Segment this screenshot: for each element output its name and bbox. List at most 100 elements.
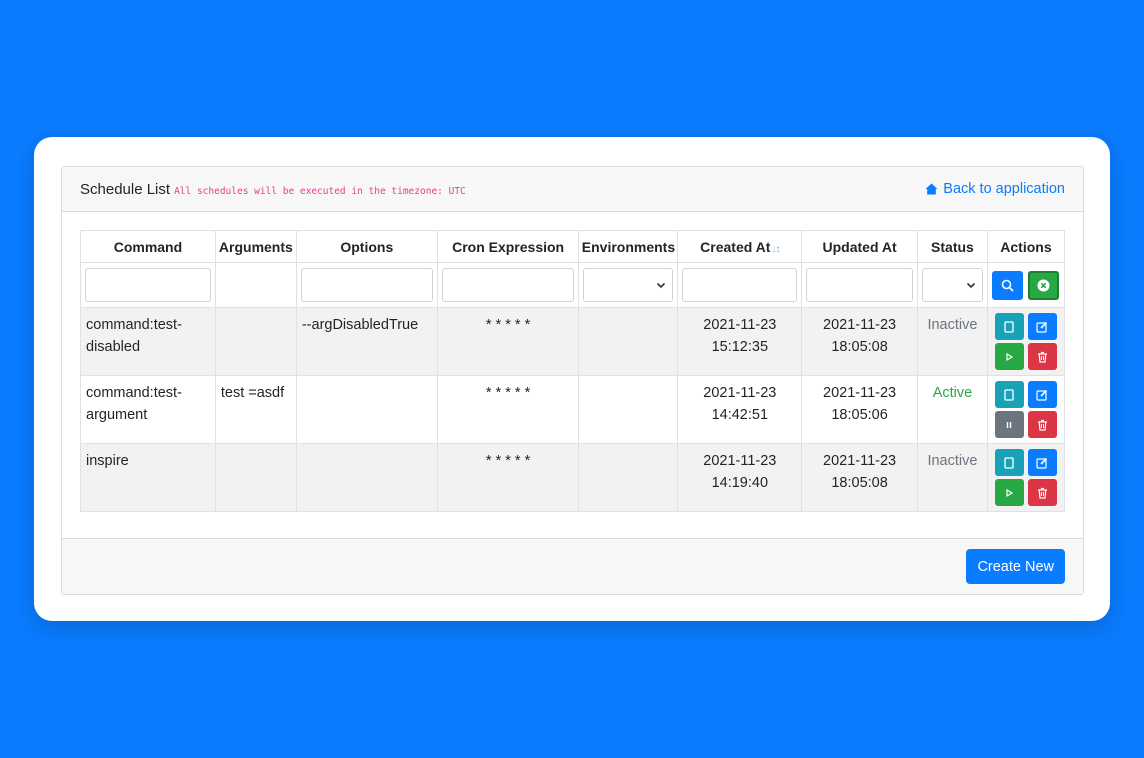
filter-search-button[interactable] (992, 270, 1024, 300)
delete-button[interactable] (1027, 343, 1057, 370)
filter-cell-cron (436, 262, 580, 308)
filter-cell-command (80, 262, 216, 308)
updated-time: 18:05:06 (831, 407, 888, 423)
cell-actions (986, 443, 1066, 512)
filter-cell-updated-at (801, 262, 918, 308)
cell-command: command:test-argument (80, 375, 216, 444)
view-icon (1004, 320, 1015, 333)
filter-environments-select[interactable] (583, 268, 674, 302)
edit-button[interactable] (1027, 449, 1057, 476)
view-button[interactable] (994, 381, 1024, 408)
column-header-updated-at[interactable]: Updated At (801, 230, 918, 263)
trash-icon (1037, 419, 1047, 431)
edit-button[interactable] (1027, 381, 1057, 408)
column-header-environments[interactable]: Environments (578, 230, 679, 263)
row-actions (992, 381, 1060, 438)
table-row: inspire * * * * * 2021-11-23 14:19:40 202… (80, 443, 1066, 512)
page-title: Schedule List (80, 180, 171, 198)
pause-icon (1007, 421, 1012, 428)
run-button[interactable] (994, 479, 1024, 506)
back-to-application-link[interactable]: Back to application (925, 181, 1065, 197)
create-new-button[interactable]: Create New (966, 549, 1065, 584)
cell-environments (578, 307, 679, 376)
filter-cron-input[interactable] (441, 268, 575, 302)
cell-options (295, 375, 438, 444)
title-wrap: Schedule List All schedules will be exec… (80, 181, 466, 198)
created-time: 15:12:35 (711, 339, 769, 355)
cell-arguments (214, 307, 297, 376)
created-at-label: Created At (700, 238, 771, 255)
back-link-label: Back to application (943, 181, 1065, 197)
cell-updated-at: 2021-11-23 18:05:08 (801, 307, 918, 376)
cell-actions (986, 307, 1066, 376)
trash-icon (1037, 487, 1047, 499)
filter-cell-actions (986, 262, 1066, 308)
column-header-command[interactable]: Command (80, 230, 216, 263)
cell-actions (986, 375, 1066, 444)
cell-environments (578, 443, 679, 512)
created-date: 2021-11-23 (703, 385, 777, 401)
created-date: 2021-11-23 (703, 317, 777, 333)
filter-cell-options (295, 262, 438, 308)
table-row: command:test-disabled --argDisabledTrue … (80, 307, 1066, 376)
cell-cron: * * * * * (436, 307, 580, 376)
filter-cell-created-at (677, 262, 803, 308)
filter-updated-at-input[interactable] (806, 268, 913, 302)
view-icon (1004, 388, 1015, 401)
row-actions (992, 449, 1060, 506)
card-header: Schedule List All schedules will be exec… (62, 167, 1083, 212)
view-button[interactable] (994, 449, 1024, 476)
filter-options-input[interactable] (300, 268, 433, 302)
created-time: 14:19:40 (711, 475, 769, 491)
card-body: Command Arguments Options Cron Expressio… (62, 212, 1083, 538)
created-date: 2021-11-23 (703, 453, 777, 469)
pause-button[interactable] (994, 411, 1024, 438)
cell-options (295, 443, 438, 512)
column-header-options[interactable]: Options (295, 230, 438, 263)
chevron-down-icon (657, 282, 666, 289)
chevron-down-icon (966, 282, 975, 289)
filter-status-select[interactable] (921, 268, 983, 302)
timezone-note: All schedules will be executed in the ti… (174, 185, 466, 197)
column-header-created-at[interactable]: Created At↓↕ (677, 230, 803, 263)
play-icon (1006, 488, 1014, 497)
view-icon (1004, 456, 1015, 469)
trash-icon (1037, 351, 1047, 363)
cell-created-at: 2021-11-23 15:12:35 (677, 307, 803, 376)
updated-date: 2021-11-23 (823, 385, 897, 401)
view-button[interactable] (994, 313, 1024, 340)
column-header-actions: Actions (986, 230, 1066, 263)
run-button[interactable] (994, 343, 1024, 370)
status-badge: Active (916, 375, 988, 444)
search-icon (1002, 279, 1015, 292)
cell-cron: * * * * * (436, 375, 580, 444)
cell-cron: * * * * * (436, 443, 580, 512)
cell-created-at: 2021-11-23 14:42:51 (677, 375, 803, 444)
cell-updated-at: 2021-11-23 18:05:06 (801, 375, 918, 444)
edit-icon (1036, 389, 1048, 401)
filter-command-input[interactable] (85, 268, 211, 302)
filter-cell-arguments (214, 262, 297, 308)
column-header-status[interactable]: Status (916, 230, 988, 263)
updated-time: 18:05:08 (831, 475, 888, 491)
header-row: Command Arguments Options Cron Expressio… (80, 230, 1066, 263)
cell-arguments (214, 443, 297, 512)
table-row: command:test-argument test =asdf * * * *… (80, 375, 1066, 444)
filter-cell-status (916, 262, 988, 308)
delete-button[interactable] (1027, 411, 1057, 438)
cell-command: inspire (80, 443, 216, 512)
edit-icon (1036, 457, 1048, 469)
row-actions (992, 313, 1060, 370)
card-footer: Create New (62, 538, 1083, 594)
cell-environments (578, 375, 679, 444)
status-badge: Inactive (916, 443, 988, 512)
edit-icon (1036, 321, 1048, 333)
cell-updated-at: 2021-11-23 18:05:08 (801, 443, 918, 512)
schedule-card: Schedule List All schedules will be exec… (61, 166, 1084, 595)
delete-button[interactable] (1027, 479, 1057, 506)
edit-button[interactable] (1027, 313, 1057, 340)
filter-cell-environments (578, 262, 679, 308)
filter-clear-button[interactable] (1028, 270, 1060, 300)
column-header-cron-expression[interactable]: Cron Expression (436, 230, 580, 263)
filter-created-at-input[interactable] (682, 268, 798, 302)
